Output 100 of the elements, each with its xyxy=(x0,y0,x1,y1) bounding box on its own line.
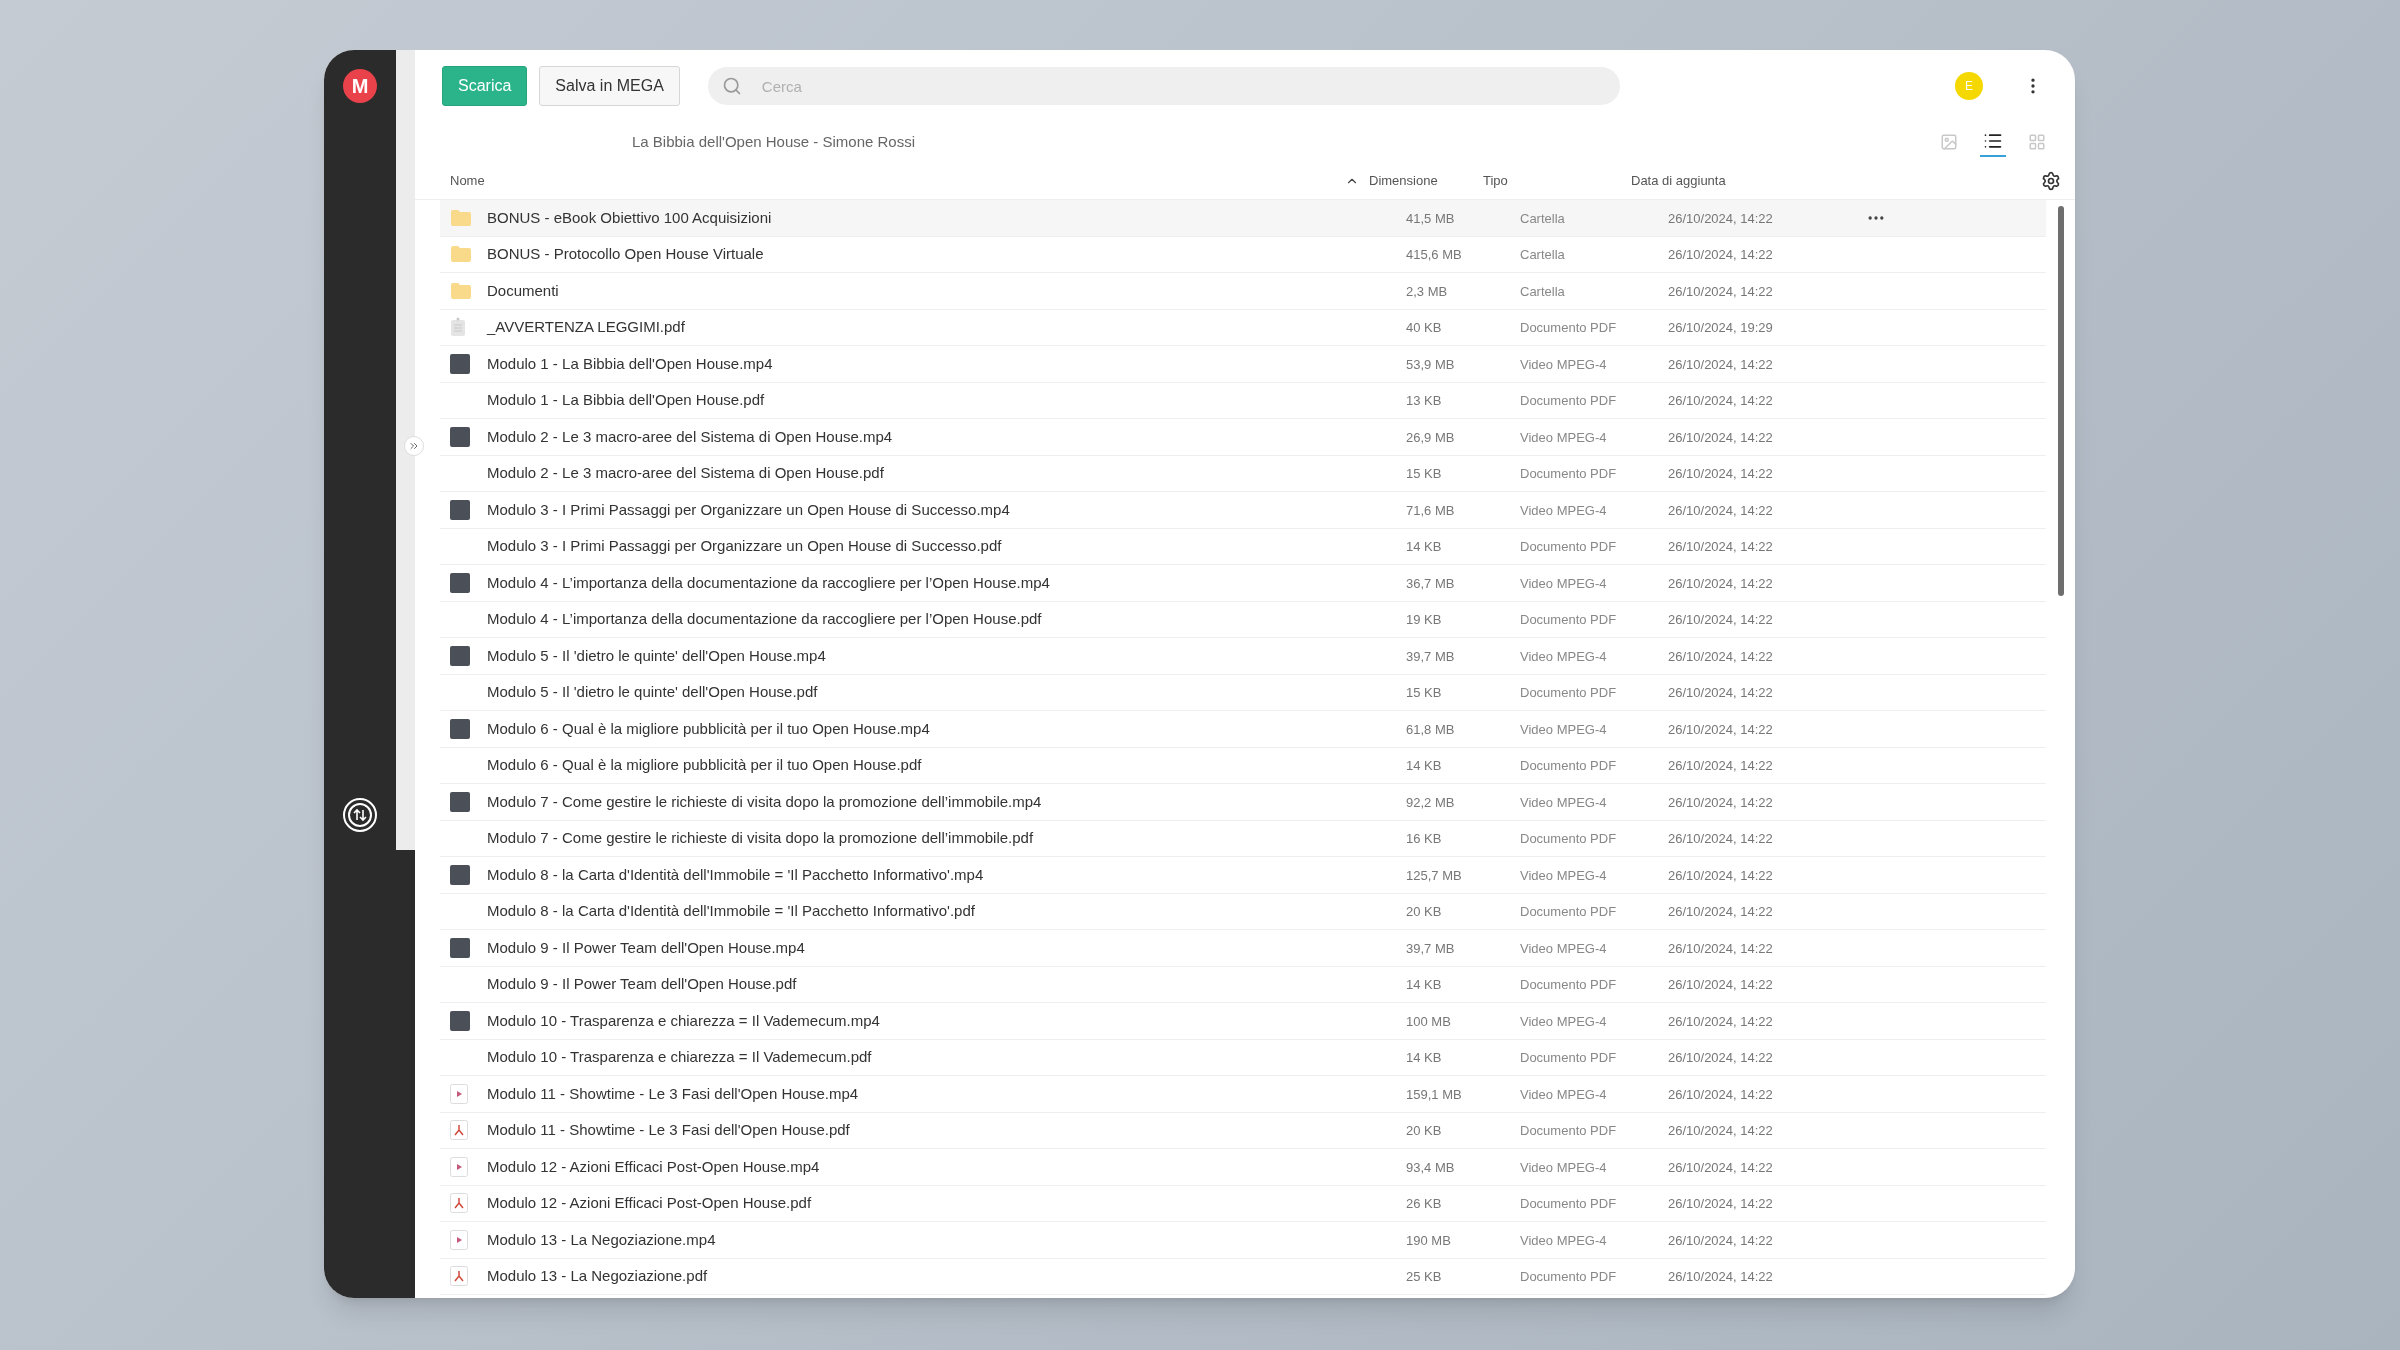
settings-icon[interactable] xyxy=(2041,170,2061,191)
file-row[interactable]: BONUS - Protocollo Open House Virtuale 415,6 MB Cartella 26/10/2024, 14:22 xyxy=(440,236,2046,273)
scrollbar-thumb[interactable] xyxy=(2057,206,2064,596)
file-name: Modulo 13 - La Negoziazione.mp4 xyxy=(487,1230,716,1248)
file-name: Modulo 4 - L’importanza della documentazione da raccogliere per l’Open House.pdf xyxy=(487,610,1042,627)
file-type: Documento PDF xyxy=(1520,539,1617,554)
pdf-file-icon xyxy=(450,1120,468,1141)
document-icon xyxy=(450,317,466,338)
file-row[interactable]: Modulo 11 - Showtime - Le 3 Fasi dell'Open House.mp4 159,1 MB Video MPEG-4 26/10/2024, 14:22 xyxy=(440,1076,2046,1113)
file-row[interactable]: Modulo 12 - Azioni Efficaci Post-Open House.pdf 26 KB Documento PDF 26/10/2024, 14:22 xyxy=(440,1185,2046,1222)
file-type: Video MPEG-4 xyxy=(1520,940,1607,956)
file-name: Modulo 5 - Il 'dietro le quinte' dell'Open House.mp4 xyxy=(487,646,826,664)
file-type: Video MPEG-4 xyxy=(1520,1013,1607,1029)
photo-placeholder xyxy=(450,353,470,374)
file-name: Modulo 12 - Azioni Efficaci Post-Open House.mp4 xyxy=(487,1157,820,1175)
file-date: 26/10/2024, 14:22 xyxy=(1668,210,1773,226)
file-size: 26,9 MB xyxy=(1406,429,1455,445)
file-row[interactable]: Modulo 3 - I Primi Passaggi per Organizzare un Open House di Successo.pdf 14 KB Documento PDF 26/10/2024, 14:22 xyxy=(440,528,2046,565)
file-row[interactable]: Modulo 2 - Le 3 macro-aree del Sistema di Open House.mp4 26,9 MB Video MPEG-4 26/10/2024, 14:22 xyxy=(440,419,2046,456)
file-type: Documento PDF xyxy=(1520,1123,1617,1138)
file-row[interactable]: Modulo 5 - Il 'dietro le quinte' dell'Open House.mp4 39,7 MB Video MPEG-4 26/10/2024, 14:22 xyxy=(440,638,2046,675)
file-row[interactable]: Modulo 4 - L’importanza della documentazione da raccogliere per l’Open House.pdf 19 KB Documento PDF 26/10/2024, 14:22 xyxy=(440,601,2046,638)
file-row[interactable]: Modulo 8 - la Carta d'Identità dell'Immobile = 'Il Pacchetto Informativo'.pdf 20 KB Documento PDF 26/10/2024, 14:22 xyxy=(440,893,2046,930)
file-date: 26/10/2024, 14:22 xyxy=(1668,539,1773,554)
file-type: Documento PDF xyxy=(1520,831,1617,846)
file-size: 92,2 MB xyxy=(1406,794,1455,810)
file-size: 39,7 MB xyxy=(1406,648,1455,664)
file-date: 26/10/2024, 14:22 xyxy=(1668,1123,1773,1138)
file-row[interactable]: Modulo 1 - La Bibbia dell'Open House.mp4 53,9 MB Video MPEG-4 26/10/2024, 14:22 xyxy=(440,346,2046,383)
file-row[interactable]: Modulo 13 - La Negoziazione.pdf 25 KB Documento PDF 26/10/2024, 14:22 xyxy=(440,1258,2046,1295)
video-file-icon xyxy=(450,1229,468,1250)
file-name: Modulo 7 - Come gestire le richieste di visita dopo la promozione dell’immobile.mp4 xyxy=(487,792,1042,810)
file-type: Documento PDF xyxy=(1520,1269,1617,1284)
file-row[interactable]: BONUS - eBook Obiettivo 100 Acquisizioni 41,5 MB Cartella 26/10/2024, 14:22 xyxy=(440,200,2046,237)
file-name: Modulo 7 - Come gestire le richieste di visita dopo la promozione dell’immobile.pdf xyxy=(487,829,1034,846)
column-header[interactable]: Tipo xyxy=(1483,170,1508,191)
logo[interactable]: M xyxy=(343,69,377,103)
breadcrumb[interactable]: La Bibbia dell'Open House - Simone Rossi xyxy=(632,130,915,154)
file-size: 190 MB xyxy=(1406,1232,1451,1248)
file-size: 53,9 MB xyxy=(1406,356,1455,372)
file-type: Cartella xyxy=(1520,210,1565,226)
file-date: 26/10/2024, 14:22 xyxy=(1668,977,1773,992)
file-row[interactable]: _AVVERTENZA LEGGIMI.pdf 40 KB Documento PDF 26/10/2024, 19:29 xyxy=(440,309,2046,346)
file-row[interactable]: Documenti 2,3 MB Cartella 26/10/2024, 14:22 xyxy=(440,273,2046,310)
file-size: 19 KB xyxy=(1406,612,1442,627)
file-date: 26/10/2024, 14:22 xyxy=(1668,1086,1773,1102)
file-size: 16 KB xyxy=(1406,831,1442,846)
file-date: 26/10/2024, 14:22 xyxy=(1668,1269,1773,1284)
file-name: Modulo 6 - Qual è la migliore pubblicità per il tuo Open House.mp4 xyxy=(487,719,930,737)
file-size: 15 KB xyxy=(1406,685,1442,700)
file-date: 26/10/2024, 14:22 xyxy=(1668,502,1773,518)
file-row[interactable]: Modulo 10 - Trasparenza e chiarezza = Il Vademecum.mp4 100 MB Video MPEG-4 26/10/2024, 14:22 xyxy=(440,1003,2046,1040)
file-row[interactable]: Modulo 7 - Come gestire le richieste di visita dopo la promozione dell’immobile.pdf 16 KB Documento PDF 26/10/2024, 14:22 xyxy=(440,820,2046,857)
column-header[interactable]: Nome xyxy=(450,170,1359,191)
file-row[interactable]: Modulo 2 - Le 3 macro-aree del Sistema di Open House.pdf 15 KB Documento PDF 26/10/2024, 14:22 xyxy=(440,455,2046,492)
file-type: Documento PDF xyxy=(1520,1050,1617,1065)
file-row[interactable]: Modulo 12 - Azioni Efficaci Post-Open House.mp4 93,4 MB Video MPEG-4 26/10/2024, 14:22 xyxy=(440,1149,2046,1186)
file-row[interactable]: Modulo 9 - Il Power Team dell'Open House.mp4 39,7 MB Video MPEG-4 26/10/2024, 14:22 xyxy=(440,930,2046,967)
column-header[interactable]: Data di aggiunta xyxy=(1631,170,1726,191)
transfer-icon[interactable] xyxy=(342,797,378,833)
file-row[interactable]: Modulo 6 - Qual è la migliore pubblicità per il tuo Open House.pdf 14 KB Documento PDF 26/10/2024, 14:22 xyxy=(440,747,2046,784)
file-type: Cartella xyxy=(1520,283,1565,299)
file-name: BONUS - Protocollo Open House Virtuale xyxy=(487,245,764,262)
file-type: Video MPEG-4 xyxy=(1520,1086,1607,1102)
file-date: 26/10/2024, 14:22 xyxy=(1668,1050,1773,1065)
file-size: 40 KB xyxy=(1406,320,1442,335)
photo-placeholder xyxy=(450,572,470,593)
file-name: Modulo 13 - La Negoziazione.pdf xyxy=(487,1267,708,1284)
file-type: Cartella xyxy=(1520,247,1565,262)
file-type: Video MPEG-4 xyxy=(1520,502,1607,518)
file-date: 26/10/2024, 14:22 xyxy=(1668,1196,1773,1211)
file-date: 26/10/2024, 14:22 xyxy=(1668,721,1773,737)
file-row[interactable]: Modulo 1 - La Bibbia dell'Open House.pdf 13 KB Documento PDF 26/10/2024, 14:22 xyxy=(440,382,2046,419)
file-row[interactable]: Modulo 3 - I Primi Passaggi per Organizzare un Open House di Successo.mp4 71,6 MB Video MPEG-4 26/10/2024, 14:22 xyxy=(440,492,2046,529)
file-row[interactable]: Modulo 9 - Il Power Team dell'Open House.pdf 14 KB Documento PDF 26/10/2024, 14:22 xyxy=(440,966,2046,1003)
file-row[interactable]: Modulo 6 - Qual è la migliore pubblicità per il tuo Open House.mp4 61,8 MB Video MPEG-4 26/10/2024, 14:22 xyxy=(440,711,2046,748)
file-row[interactable]: Modulo 13 - La Negoziazione.mp4 190 MB Video MPEG-4 26/10/2024, 14:22 xyxy=(440,1222,2046,1259)
file-type: Documento PDF xyxy=(1520,320,1617,335)
file-row[interactable]: Modulo 8 - la Carta d'Identità dell'Immobile = 'Il Pacchetto Informativo'.mp4 125,7 MB Video MPEG-4 26/10/2024, 14:22 xyxy=(440,857,2046,894)
file-type: Video MPEG-4 xyxy=(1520,429,1607,445)
file-row[interactable]: Modulo 4 - L’importanza della documentazione da raccogliere per l’Open House.mp4 36,7 MB Video MPEG-4 26/10/2024, 14:22 xyxy=(440,565,2046,602)
column-header[interactable]: Dimensione xyxy=(1369,170,1438,191)
file-row[interactable]: Modulo 10 - Trasparenza e chiarezza = Il Vademecum.pdf 14 KB Documento PDF 26/10/2024, 14:22 xyxy=(440,1039,2046,1076)
file-size: 159,1 MB xyxy=(1406,1086,1462,1102)
file-date: 26/10/2024, 19:29 xyxy=(1668,320,1773,335)
file-type: Video MPEG-4 xyxy=(1520,1232,1607,1248)
file-size: 25 KB xyxy=(1406,1269,1442,1284)
file-name: Modulo 10 - Trasparenza e chiarezza = Il Vademecum.mp4 xyxy=(487,1011,880,1029)
toolbar-button[interactable]: Salva in MEGA xyxy=(539,66,680,106)
file-name: Modulo 9 - Il Power Team dell'Open House.mp4 xyxy=(487,938,805,956)
file-date: 26/10/2024, 14:22 xyxy=(1668,575,1773,591)
file-row[interactable]: Modulo 5 - Il 'dietro le quinte' dell'Open House.pdf 15 KB Documento PDF 26/10/2024, 14:22 xyxy=(440,674,2046,711)
file-size: 14 KB xyxy=(1406,758,1442,773)
file-size: 100 MB xyxy=(1406,1013,1451,1029)
file-row[interactable]: Modulo 7 - Come gestire le richieste di visita dopo la promozione dell’immobile.mp4 92,2 MB Video MPEG-4 26/10/2024, 14:22 xyxy=(440,784,2046,821)
grid-view-icon xyxy=(2028,133,2046,151)
search-field[interactable]: Cerca xyxy=(707,67,1620,105)
file-row[interactable]: Modulo 11 - Showtime - Le 3 Fasi dell'Open House.pdf 20 KB Documento PDF 26/10/2024, 14:22 xyxy=(440,1112,2046,1149)
photo-placeholder xyxy=(450,1010,470,1031)
file-size: 61,8 MB xyxy=(1406,721,1455,737)
